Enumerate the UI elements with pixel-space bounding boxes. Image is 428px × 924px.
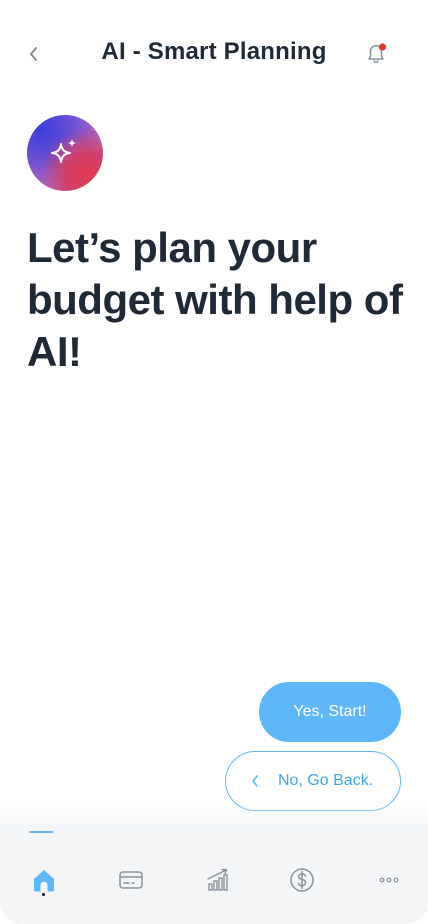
bottom-tab-bar <box>0 831 428 924</box>
active-tab-indicator <box>29 831 53 833</box>
more-icon <box>379 877 399 883</box>
tab-money[interactable] <box>287 865 317 895</box>
notifications-button[interactable] <box>362 39 390 67</box>
chart-trend-icon <box>207 868 228 891</box>
header: AI - Smart Planning <box>0 0 428 110</box>
home-icon <box>34 870 54 892</box>
dollar-icon <box>290 868 314 892</box>
active-tab-dot <box>42 893 45 896</box>
yes-start-button[interactable]: Yes, Start! <box>259 682 401 742</box>
yes-start-label: Yes, Start! <box>293 703 367 720</box>
chevron-left-icon <box>250 774 260 788</box>
tab-cards[interactable] <box>116 865 146 895</box>
go-back-label: No, Go Back. <box>278 772 374 789</box>
notification-dot <box>378 43 387 51</box>
tab-analytics[interactable] <box>203 865 233 895</box>
headline: Let’s plan your budget with help of AI! <box>27 224 403 375</box>
tab-more[interactable] <box>374 865 404 895</box>
tab-home[interactable] <box>29 865 59 895</box>
tabbar-shadow <box>0 800 428 832</box>
sparkle-icon <box>51 139 76 163</box>
bell-icon <box>368 43 387 63</box>
ai-avatar <box>27 115 103 191</box>
credit-card-icon <box>119 871 143 889</box>
